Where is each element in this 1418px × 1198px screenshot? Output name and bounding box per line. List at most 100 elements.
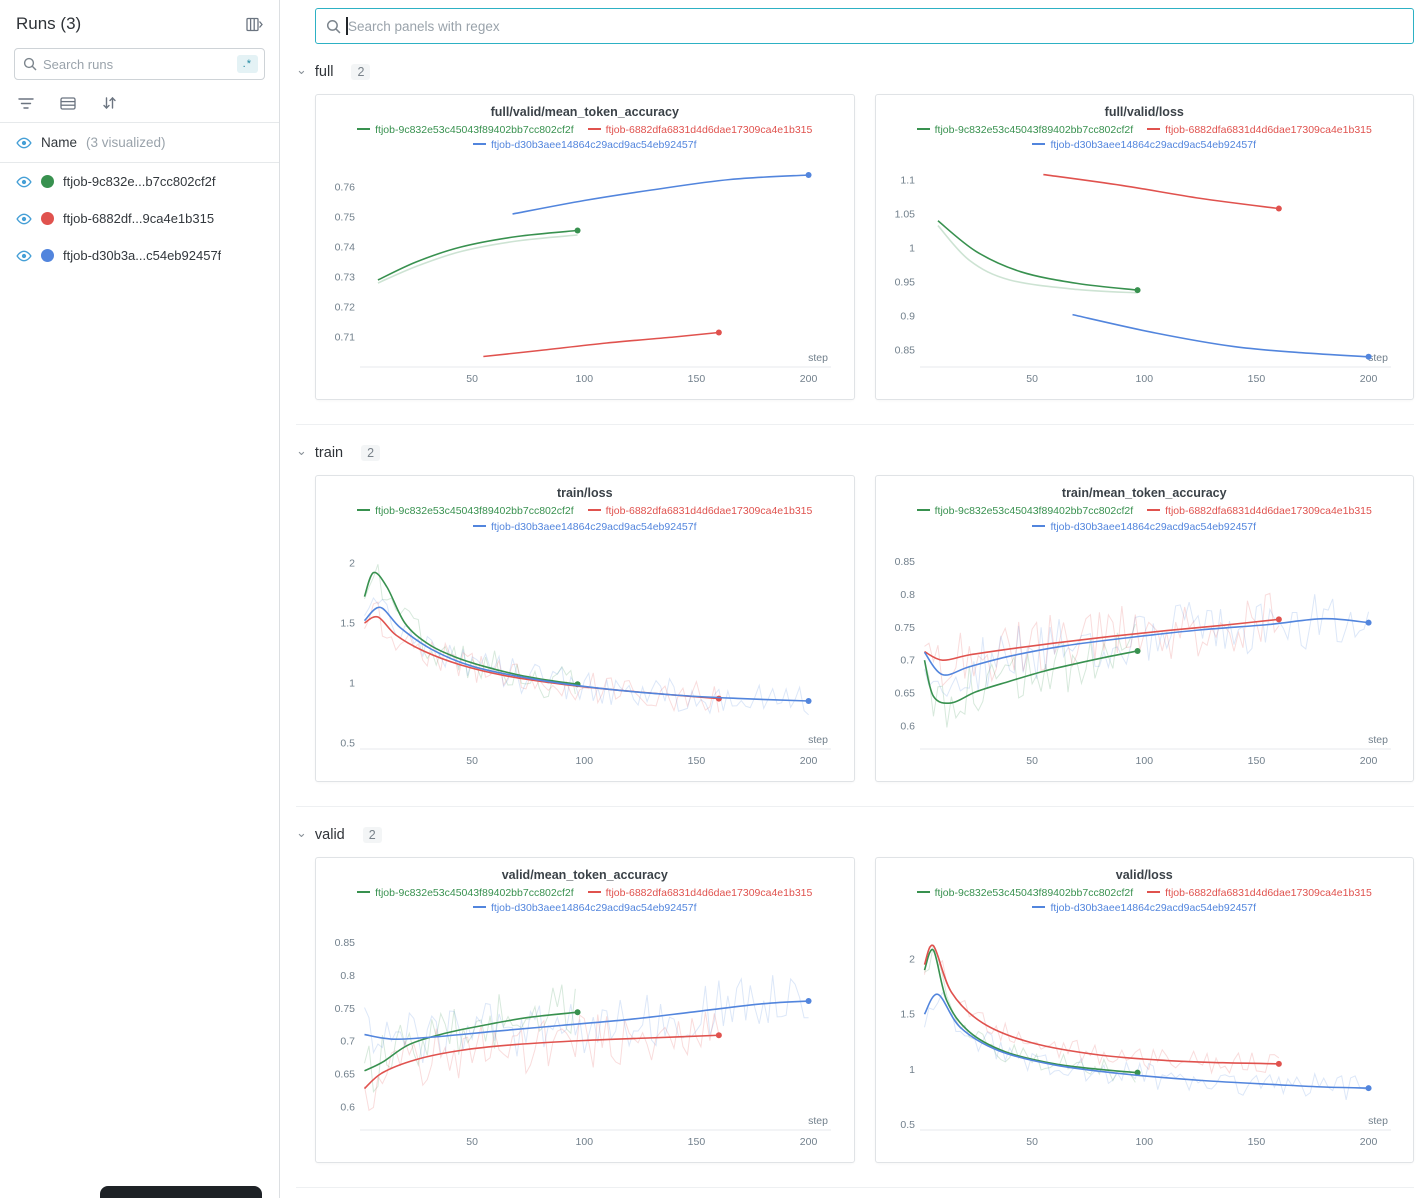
chart-plot[interactable]: 0.60.650.70.750.80.8550100150200step [323,918,841,1156]
legend-entry-blue[interactable]: ftjob-d30b3aee14864c29acd9ac54eb92457f [473,521,697,533]
svg-text:150: 150 [688,1136,706,1148]
sort-icon[interactable] [102,96,117,110]
svg-text:0.65: 0.65 [894,687,915,699]
legend-entry-red[interactable]: ftjob-6882dfa6831d4d6dae17309ca4e1b315 [1147,505,1372,517]
svg-text:1: 1 [909,243,915,255]
run-row[interactable]: ftjob-6882df...9ca4e1b315 [0,200,279,237]
svg-text:200: 200 [800,1136,818,1148]
chart-legend: ftjob-9c832e53c45043f89402bb7cc802cf2f ft… [883,504,1407,534]
wandb-workspace: Runs (3) .* [0,0,1418,1198]
panel-search [315,8,1414,44]
group-icon[interactable] [60,96,76,110]
chart-plot[interactable]: 0.60.650.70.750.80.8550100150200step [883,537,1401,775]
legend-dash [473,143,486,145]
run-color-dot[interactable] [41,212,54,225]
svg-text:1.1: 1.1 [900,175,915,187]
run-row[interactable]: ftjob-9c832e...b7cc802cf2f [0,163,279,200]
chart-plot[interactable]: 0.710.720.730.740.750.7650100150200step [323,155,841,393]
svg-text:0.85: 0.85 [335,937,356,949]
panel-section: ⌄ train 2 train/loss ftjob-9c832e53c4504… [296,425,1414,806]
legend-entry-green[interactable]: ftjob-9c832e53c45043f89402bb7cc802cf2f [917,505,1134,517]
run-color-dot[interactable] [41,175,54,188]
eye-icon[interactable] [16,175,32,189]
chart-panel[interactable]: full/valid/loss ftjob-9c832e53c45043f894… [875,94,1415,400]
regex-toggle[interactable]: .* [237,55,258,73]
eye-icon[interactable] [16,212,32,226]
name-column-label: Name [41,135,77,150]
svg-text:0.6: 0.6 [900,720,915,732]
chevron-down-icon[interactable]: ⌄ [296,65,307,75]
run-label: ftjob-9c832e...b7cc802cf2f [63,174,216,189]
legend-entry-red[interactable]: ftjob-6882dfa6831d4d6dae17309ca4e1b315 [588,887,813,899]
svg-text:0.75: 0.75 [335,1003,356,1015]
filter-icon[interactable] [18,96,34,110]
run-row[interactable]: ftjob-d30b3a...c54eb92457f [0,237,279,274]
svg-text:100: 100 [1135,755,1153,767]
section-header[interactable]: ⌄ full 2 [296,60,1414,84]
chart-title: train/loss [323,486,847,500]
legend-entry-blue[interactable]: ftjob-d30b3aee14864c29acd9ac54eb92457f [1032,521,1256,533]
legend-entry-green[interactable]: ftjob-9c832e53c45043f89402bb7cc802cf2f [917,887,1134,899]
legend-entry-red[interactable]: ftjob-6882dfa6831d4d6dae17309ca4e1b315 [588,505,813,517]
svg-text:50: 50 [466,755,478,767]
chart-title: valid/mean_token_accuracy [323,868,847,882]
panel-search-input[interactable] [348,19,1403,34]
section-count: 2 [363,827,382,843]
chevron-down-icon[interactable]: ⌄ [296,446,307,456]
legend-entry-green[interactable]: ftjob-9c832e53c45043f89402bb7cc802cf2f [917,124,1134,136]
svg-text:step: step [1368,734,1388,746]
runs-search-input[interactable] [43,57,231,72]
legend-entry-green[interactable]: ftjob-9c832e53c45043f89402bb7cc802cf2f [357,124,574,136]
svg-text:200: 200 [1359,755,1377,767]
legend-dash [1032,143,1045,145]
svg-text:0.6: 0.6 [340,1102,355,1114]
legend-dash [588,891,601,893]
chevron-down-icon[interactable]: ⌄ [296,828,307,838]
svg-text:step: step [808,1115,828,1127]
chart-grid: valid/mean_token_accuracy ftjob-9c832e53… [315,857,1414,1163]
chart-panel[interactable]: full/valid/mean_token_accuracy ftjob-9c8… [315,94,855,400]
section-count: 2 [351,64,370,80]
legend-entry-green[interactable]: ftjob-9c832e53c45043f89402bb7cc802cf2f [357,887,574,899]
section-label: train [315,445,343,461]
chart-panel[interactable]: valid/mean_token_accuracy ftjob-9c832e53… [315,857,855,1163]
legend-entry-red[interactable]: ftjob-6882dfa6831d4d6dae17309ca4e1b315 [588,124,813,136]
svg-text:0.5: 0.5 [900,1119,915,1131]
chart-legend: ftjob-9c832e53c45043f89402bb7cc802cf2f ft… [883,123,1407,153]
panel-sections: ⌄ full 2 full/valid/mean_token_accuracy … [296,44,1414,1188]
panel-section: ⌄ full 2 full/valid/mean_token_accuracy … [296,44,1414,425]
legend-dash [473,906,486,908]
svg-text:0.9: 0.9 [900,311,915,323]
run-color-dot[interactable] [41,249,54,262]
chart-plot[interactable]: 0.511.5250100150200step [883,918,1401,1156]
svg-text:150: 150 [1247,1136,1265,1148]
section-header[interactable]: ⌄ valid 2 [296,823,1414,847]
chart-plot[interactable]: 0.850.90.9511.051.150100150200step [883,155,1401,393]
text-caret [346,17,348,35]
chart-panel[interactable]: train/mean_token_accuracy ftjob-9c832e53… [875,475,1415,781]
tooltip-stub [100,1186,262,1198]
eye-icon[interactable] [16,249,32,263]
legend-entry-blue[interactable]: ftjob-d30b3aee14864c29acd9ac54eb92457f [1032,902,1256,914]
runs-title: Runs (3) [16,14,81,34]
section-header[interactable]: ⌄ train 2 [296,441,1414,465]
legend-entry-red[interactable]: ftjob-6882dfa6831d4d6dae17309ca4e1b315 [1147,887,1372,899]
chart-panel[interactable]: valid/loss ftjob-9c832e53c45043f89402bb7… [875,857,1415,1163]
svg-text:0.74: 0.74 [335,242,356,254]
table-expand-icon[interactable] [246,17,263,32]
svg-text:0.73: 0.73 [335,272,356,284]
chart-plot[interactable]: 0.511.5250100150200step [323,537,841,775]
legend-dash [1147,128,1160,130]
run-label: ftjob-d30b3a...c54eb92457f [63,248,221,263]
svg-text:0.85: 0.85 [894,556,915,568]
chart-title: full/valid/mean_token_accuracy [323,105,847,119]
legend-entry-blue[interactable]: ftjob-d30b3aee14864c29acd9ac54eb92457f [473,139,697,151]
chart-panel[interactable]: train/loss ftjob-9c832e53c45043f89402bb7… [315,475,855,781]
legend-entry-blue[interactable]: ftjob-d30b3aee14864c29acd9ac54eb92457f [1032,139,1256,151]
svg-text:0.76: 0.76 [335,182,356,194]
legend-entry-red[interactable]: ftjob-6882dfa6831d4d6dae17309ca4e1b315 [1147,124,1372,136]
legend-entry-blue[interactable]: ftjob-d30b3aee14864c29acd9ac54eb92457f [473,902,697,914]
legend-entry-green[interactable]: ftjob-9c832e53c45043f89402bb7cc802cf2f [357,505,574,517]
chart-legend: ftjob-9c832e53c45043f89402bb7cc802cf2f ft… [323,123,847,153]
eye-icon[interactable] [16,136,32,150]
